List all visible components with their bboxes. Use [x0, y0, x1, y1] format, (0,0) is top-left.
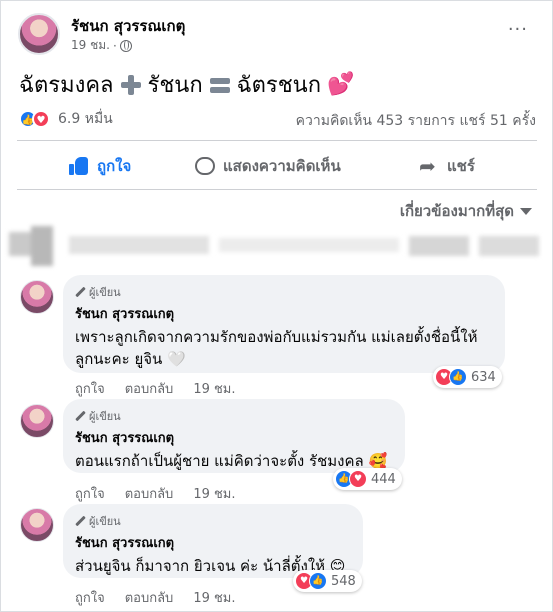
- comment-share-counts[interactable]: ความคิดเห็น 453 รายการ แชร์ 51 ครั้ง: [296, 110, 536, 132]
- author-badge: ผู้เขียน: [75, 512, 351, 530]
- post-text-part2: รัชนก: [147, 73, 203, 98]
- thumbs-up-icon: [69, 157, 89, 175]
- author-badge: ผู้เขียน: [75, 283, 493, 301]
- more-options-icon[interactable]: ···: [508, 19, 528, 40]
- reaction-count[interactable]: 6.9 หมื่น: [58, 108, 113, 130]
- globe-icon: [119, 39, 132, 52]
- comment-reply-link[interactable]: ตอบกลับ: [125, 587, 174, 608]
- comment-avatar[interactable]: [20, 508, 54, 542]
- comment-reactions[interactable]: ♥ 👍 548: [293, 570, 362, 592]
- comment-time[interactable]: 19 ชม.: [193, 483, 235, 504]
- comment-time[interactable]: 19 ชม.: [193, 587, 235, 608]
- equals-icon: [209, 74, 231, 96]
- post-text-part1: ฉัตรมงคล: [19, 73, 114, 98]
- divider: [17, 140, 537, 141]
- love-reaction-icon[interactable]: ♥: [32, 110, 50, 128]
- share-icon: [419, 154, 439, 178]
- comment-reactions[interactable]: 👍 ♥ 444: [333, 468, 402, 490]
- comment-author-name[interactable]: รัชนก สุวรรณเกตุ: [75, 427, 393, 448]
- author-avatar[interactable]: [18, 13, 60, 55]
- comment-reactions[interactable]: ♥ 👍 634: [433, 366, 502, 388]
- comment-icon: [195, 157, 215, 175]
- share-button[interactable]: แชร์: [419, 151, 475, 181]
- author-name[interactable]: รัชนก สุวรรณเกตุ: [71, 14, 185, 38]
- comment-like-link[interactable]: ถูกใจ: [75, 483, 105, 504]
- comment-actions: ถูกใจ ตอบกลับ 19 ชม.: [75, 378, 236, 399]
- meta-separator: ·: [112, 38, 117, 53]
- blurred-comment: [9, 226, 549, 266]
- post-time[interactable]: 19 ชม.: [71, 36, 110, 55]
- comment-text: เพราะลูกเกิดจากความรักของพ่อกับแม่รวมกัน…: [75, 328, 478, 368]
- pen-icon: [75, 516, 85, 526]
- like-reaction-icon: 👍: [309, 572, 327, 590]
- post-text-part3: ฉัตรชนก: [236, 73, 322, 98]
- comment-reply-link[interactable]: ตอบกลับ: [125, 378, 174, 399]
- comment-button[interactable]: แสดงความคิดเห็น: [195, 151, 341, 181]
- author-badge-label: ผู้เขียน: [89, 286, 121, 299]
- comment-sort-dropdown[interactable]: เกี่ยวข้องมากที่สุด: [400, 199, 532, 223]
- divider: [17, 189, 537, 190]
- reactions-summary: 👍 ♥ 6.9 หมื่น ความคิดเห็น 453 รายการ แชร…: [19, 107, 536, 131]
- post-text: ฉัตรมงคล รัชนก ฉัตรชนก 💕: [19, 67, 354, 102]
- author-badge-label: ผู้เขียน: [89, 515, 121, 528]
- comment-reply-link[interactable]: ตอบกลับ: [125, 483, 174, 504]
- pen-icon: [75, 287, 85, 297]
- comment-author-name[interactable]: รัชนก สุวรรณเกตุ: [75, 532, 351, 553]
- sort-label: เกี่ยวข้องมากที่สุด: [399, 202, 514, 220]
- comment-bubble: ผู้เขียน รัชนก สุวรรณเกตุ เพราะลูกเกิดจา…: [63, 275, 505, 373]
- comment-avatar[interactable]: [20, 404, 54, 438]
- post-card: รัชนก สุวรรณเกตุ 19 ชม. · ··· ฉัตรมงคล ร…: [0, 0, 553, 612]
- comment-time[interactable]: 19 ชม.: [193, 378, 235, 399]
- comment-author-name[interactable]: รัชนก สุวรรณเกตุ: [75, 303, 493, 324]
- comment-like-link[interactable]: ถูกใจ: [75, 378, 105, 399]
- comment-like-link[interactable]: ถูกใจ: [75, 587, 105, 608]
- love-reaction-icon: ♥: [349, 470, 367, 488]
- share-button-label: แชร์: [447, 157, 475, 175]
- two-hearts-icon: 💕: [327, 72, 355, 97]
- comment-bubble: ผู้เขียน รัชนก สุวรรณเกตุ ส่วนยูจิน ก็มา…: [63, 504, 363, 578]
- author-badge: ผู้เขียน: [75, 407, 393, 425]
- like-reaction-icon: 👍: [449, 368, 467, 386]
- comment-actions: ถูกใจ ตอบกลับ 19 ชม.: [75, 587, 236, 608]
- comment-bubble: ผู้เขียน รัชนก สุวรรณเกตุ ตอนแรกถ้าเป็นผ…: [63, 399, 405, 473]
- pen-icon: [75, 411, 85, 421]
- author-badge-label: ผู้เขียน: [89, 410, 121, 423]
- plus-icon: [120, 74, 142, 96]
- post-meta: 19 ชม. ·: [71, 36, 132, 55]
- comment-reaction-count: 548: [331, 573, 356, 589]
- comment-avatar[interactable]: [20, 280, 54, 314]
- comment-reaction-count: 444: [371, 471, 396, 487]
- comment-button-label: แสดงความคิดเห็น: [223, 157, 341, 175]
- comment-actions: ถูกใจ ตอบกลับ 19 ชม.: [75, 483, 236, 504]
- like-button-label: ถูกใจ: [97, 157, 132, 175]
- like-button[interactable]: ถูกใจ: [69, 151, 131, 181]
- chevron-down-icon: [520, 207, 532, 215]
- comment-reaction-count: 634: [471, 369, 496, 385]
